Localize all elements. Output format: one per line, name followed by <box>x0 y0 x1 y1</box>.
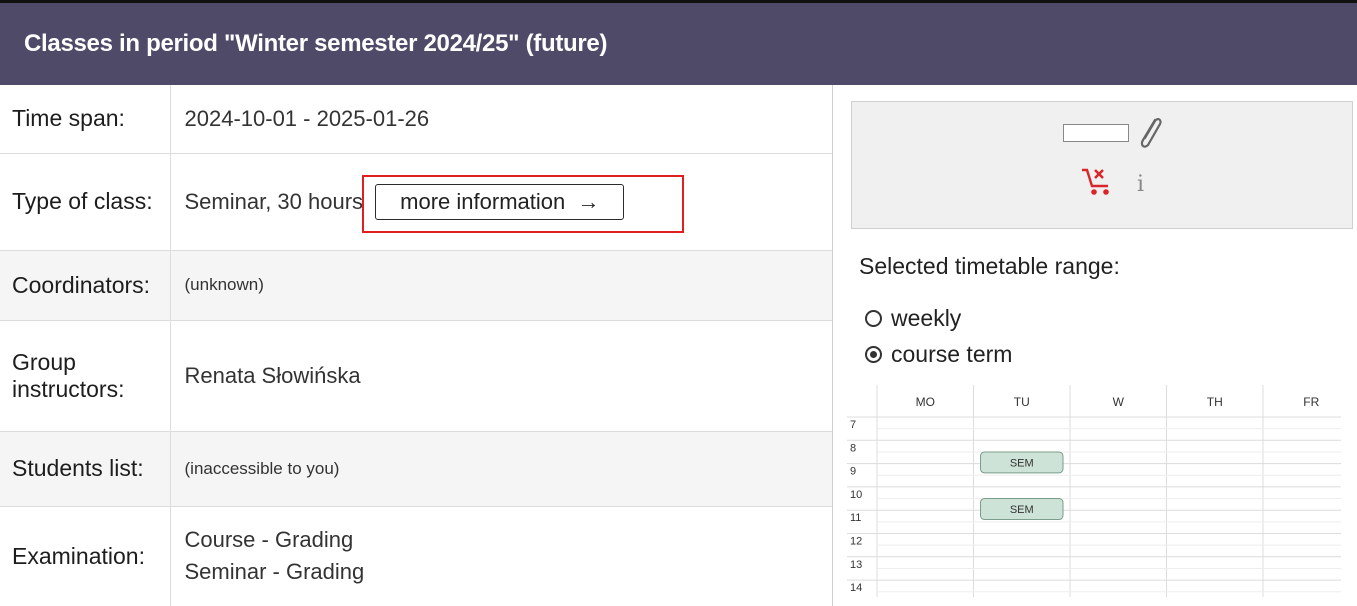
radio-weekly-circle[interactable] <box>865 310 882 327</box>
timetable-hour-label: 14 <box>850 582 862 594</box>
paperclip-icon[interactable] <box>1135 114 1165 157</box>
timetable-day-header: TU <box>1014 395 1030 409</box>
examination-course: Course - Grading <box>184 527 354 553</box>
timetable-grid: MO TU W TH FR 7 8 9 10 11 12 13 14 SEM SEM <box>847 385 1357 604</box>
radio-course-term[interactable]: course term <box>865 341 1012 368</box>
timetable-hour-label: 11 <box>850 512 861 524</box>
coordinators-value: (unknown) <box>170 250 832 321</box>
radio-weekly-label: weekly <box>891 305 962 331</box>
timetable-day-header: MO <box>916 395 935 409</box>
group-instructors-label: Group instructors: <box>0 320 171 432</box>
row-coordinators: Coordinators: (unknown) <box>0 250 832 321</box>
students-list-value: (inaccessible to you) <box>170 431 832 507</box>
examination-label: Examination: <box>0 506 171 606</box>
examination-value: Course - Grading Seminar - Grading <box>170 506 832 606</box>
page-header: Classes in period "Winter semester 2024/… <box>0 3 1357 85</box>
timetable-svg: MO TU W TH FR 7 8 9 10 11 12 13 14 SEM SEM <box>847 385 1357 604</box>
time-span-label: Time span: <box>0 85 171 154</box>
group-instructors-value: Renata Słowińska <box>170 320 832 432</box>
mini-input[interactable] <box>1063 124 1129 142</box>
info-icon[interactable]: i <box>1137 172 1144 197</box>
radio-course-term-label: course term <box>891 341 1013 367</box>
timetable-hour-label: 9 <box>850 466 856 478</box>
timetable-hour-label: 12 <box>850 536 862 548</box>
type-of-class-value: Seminar, 30 hours <box>184 188 364 214</box>
page-title: Classes in period "Winter semester 2024/… <box>24 30 608 57</box>
row-type-of-class: Type of class: Seminar, 30 hours more in… <box>0 153 832 251</box>
students-list-label: Students list: <box>0 431 171 507</box>
timetable-day-header: FR <box>1303 395 1319 409</box>
tools-box: i <box>851 101 1353 229</box>
timetable-hour-label: 7 <box>850 419 856 431</box>
timetable-event-label: SEM <box>1010 457 1034 469</box>
timetable-range-title: Selected timetable range: <box>859 253 1120 279</box>
timetable-event-label: SEM <box>1010 504 1034 516</box>
timetable-hour-label: 10 <box>850 489 862 501</box>
type-of-class-label: Type of class: <box>0 153 171 251</box>
timetable-day-header: TH <box>1207 395 1223 409</box>
row-time-span: Time span: 2024-10-01 - 2025-01-26 <box>0 85 832 154</box>
cart-remove-icon[interactable] <box>1080 164 1116 203</box>
arrow-right-icon: → <box>577 188 600 214</box>
row-students-list: Students list: (inaccessible to you) <box>0 431 832 507</box>
timetable-hour-label: 8 <box>850 442 856 454</box>
more-information-label: more information <box>400 188 566 214</box>
timetable-panel: i Selected timetable range: weekly cours… <box>832 85 1357 606</box>
row-examination: Examination: Course - Grading Seminar - … <box>0 506 832 606</box>
examination-seminar: Seminar - Grading <box>184 559 365 585</box>
time-span-value: 2024-10-01 - 2025-01-26 <box>170 85 832 154</box>
timetable-hour-label: 13 <box>850 559 862 571</box>
radio-course-term-circle[interactable] <box>865 346 882 363</box>
radio-weekly[interactable]: weekly <box>865 305 961 332</box>
more-information-button[interactable]: more information → <box>375 183 625 220</box>
class-info-table: Time span: 2024-10-01 - 2025-01-26 Type … <box>0 85 832 606</box>
timetable-day-header: W <box>1113 395 1125 409</box>
coordinators-label: Coordinators: <box>0 250 171 321</box>
row-group-instructors: Group instructors: Renata Słowińska <box>0 320 832 432</box>
